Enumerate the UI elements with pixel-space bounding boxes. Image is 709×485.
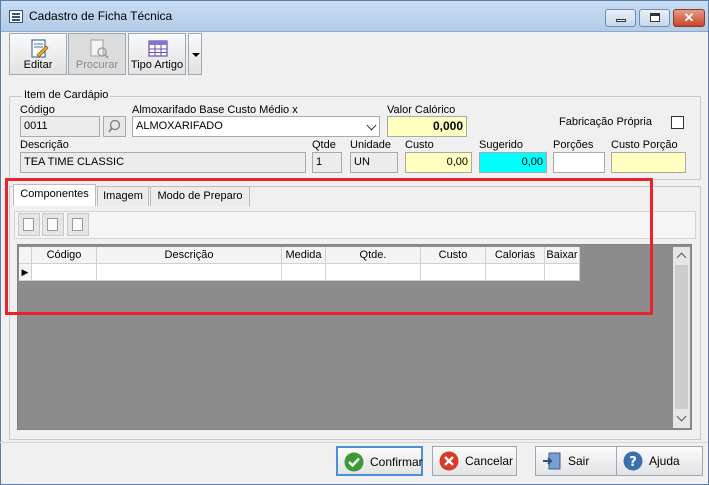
confirmar-button[interactable]: Confirmar bbox=[336, 446, 423, 476]
check-icon bbox=[344, 452, 364, 472]
almoxarifado-value: ALMOXARIFADO bbox=[136, 120, 223, 132]
cancel-icon bbox=[439, 451, 459, 471]
scroll-down-icon[interactable] bbox=[676, 411, 687, 422]
custo-label: Custo bbox=[405, 139, 434, 151]
chevron-down-icon bbox=[366, 120, 377, 131]
svg-text:?: ? bbox=[629, 455, 637, 470]
confirmar-label: Confirmar bbox=[370, 455, 423, 469]
ajuda-label: Ajuda bbox=[649, 454, 680, 468]
sugerido-field[interactable]: 0,00 bbox=[479, 152, 547, 173]
descricao-label: Descrição bbox=[20, 139, 69, 151]
scroll-thumb[interactable] bbox=[675, 265, 688, 409]
editar-button[interactable]: Editar bbox=[9, 33, 67, 75]
app-icon bbox=[9, 10, 23, 23]
qtde-field[interactable]: 1 bbox=[312, 152, 342, 173]
magnifier-icon bbox=[108, 119, 121, 133]
title-bar: Cadastro de Ficha Técnica ✕ bbox=[1, 1, 708, 32]
procurar-label: Procurar bbox=[75, 59, 119, 71]
custo-porcao-label: Custo Porção bbox=[611, 139, 678, 151]
fabricacao-label: Fabricação Própria bbox=[559, 116, 652, 128]
tipo-artigo-label: Tipo Artigo bbox=[130, 59, 184, 71]
valor-calorico-field[interactable]: 0,000 bbox=[387, 116, 467, 137]
tipo-artigo-dropdown-arrow[interactable] bbox=[188, 33, 202, 75]
maximize-button[interactable] bbox=[639, 9, 670, 27]
unidade-label: Unidade bbox=[350, 139, 391, 151]
close-button[interactable]: ✕ bbox=[673, 9, 705, 27]
fabricacao-checkbox[interactable] bbox=[671, 116, 684, 129]
codigo-label: Código bbox=[20, 104, 55, 116]
bottom-divider bbox=[0, 442, 707, 443]
unidade-field[interactable]: UN bbox=[350, 152, 398, 173]
sair-label: Sair bbox=[568, 454, 590, 468]
grid-vertical-scrollbar[interactable] bbox=[673, 247, 690, 428]
almoxarifado-label: Almoxarifado Base Custo Médio x bbox=[132, 104, 298, 116]
cancelar-label: Cancelar bbox=[465, 454, 514, 468]
codigo-field[interactable]: 0011 bbox=[20, 116, 100, 137]
qtde-label: Qtde bbox=[312, 139, 336, 151]
ajuda-button[interactable]: ? Ajuda bbox=[616, 446, 703, 476]
cancelar-button[interactable]: Cancelar bbox=[432, 446, 517, 476]
window-title: Cadastro de Ficha Técnica bbox=[29, 9, 173, 23]
sugerido-label: Sugerido bbox=[479, 139, 524, 151]
edit-icon bbox=[31, 39, 49, 58]
minimize-button[interactable] bbox=[605, 9, 636, 27]
table-icon bbox=[148, 40, 168, 57]
exit-door-icon bbox=[543, 452, 561, 470]
search-document-icon bbox=[90, 39, 109, 59]
tipo-artigo-button[interactable]: Tipo Artigo bbox=[128, 33, 186, 75]
almoxarifado-select[interactable]: ALMOXARIFADO bbox=[132, 116, 380, 137]
item-group-label: Item de Cardápio bbox=[22, 89, 111, 101]
custo-field[interactable]: 0,00 bbox=[405, 152, 472, 173]
scroll-up-icon[interactable] bbox=[676, 252, 687, 263]
codigo-search-button[interactable] bbox=[103, 116, 126, 137]
porcoes-label: Porções bbox=[553, 139, 594, 151]
valor-calorico-label: Valor Calórico bbox=[387, 104, 456, 116]
procurar-button[interactable]: Procurar bbox=[68, 33, 126, 75]
highlight-box bbox=[5, 178, 653, 315]
descricao-field[interactable]: TEA TIME CLASSIC bbox=[20, 152, 306, 173]
help-icon: ? bbox=[623, 451, 643, 471]
porcoes-field[interactable] bbox=[553, 152, 605, 173]
toolbar: Editar Procurar Tipo Artigo bbox=[6, 33, 706, 77]
sair-button[interactable]: Sair bbox=[535, 446, 620, 476]
custo-porcao-field[interactable] bbox=[611, 152, 686, 173]
editar-label: Editar bbox=[23, 59, 53, 71]
